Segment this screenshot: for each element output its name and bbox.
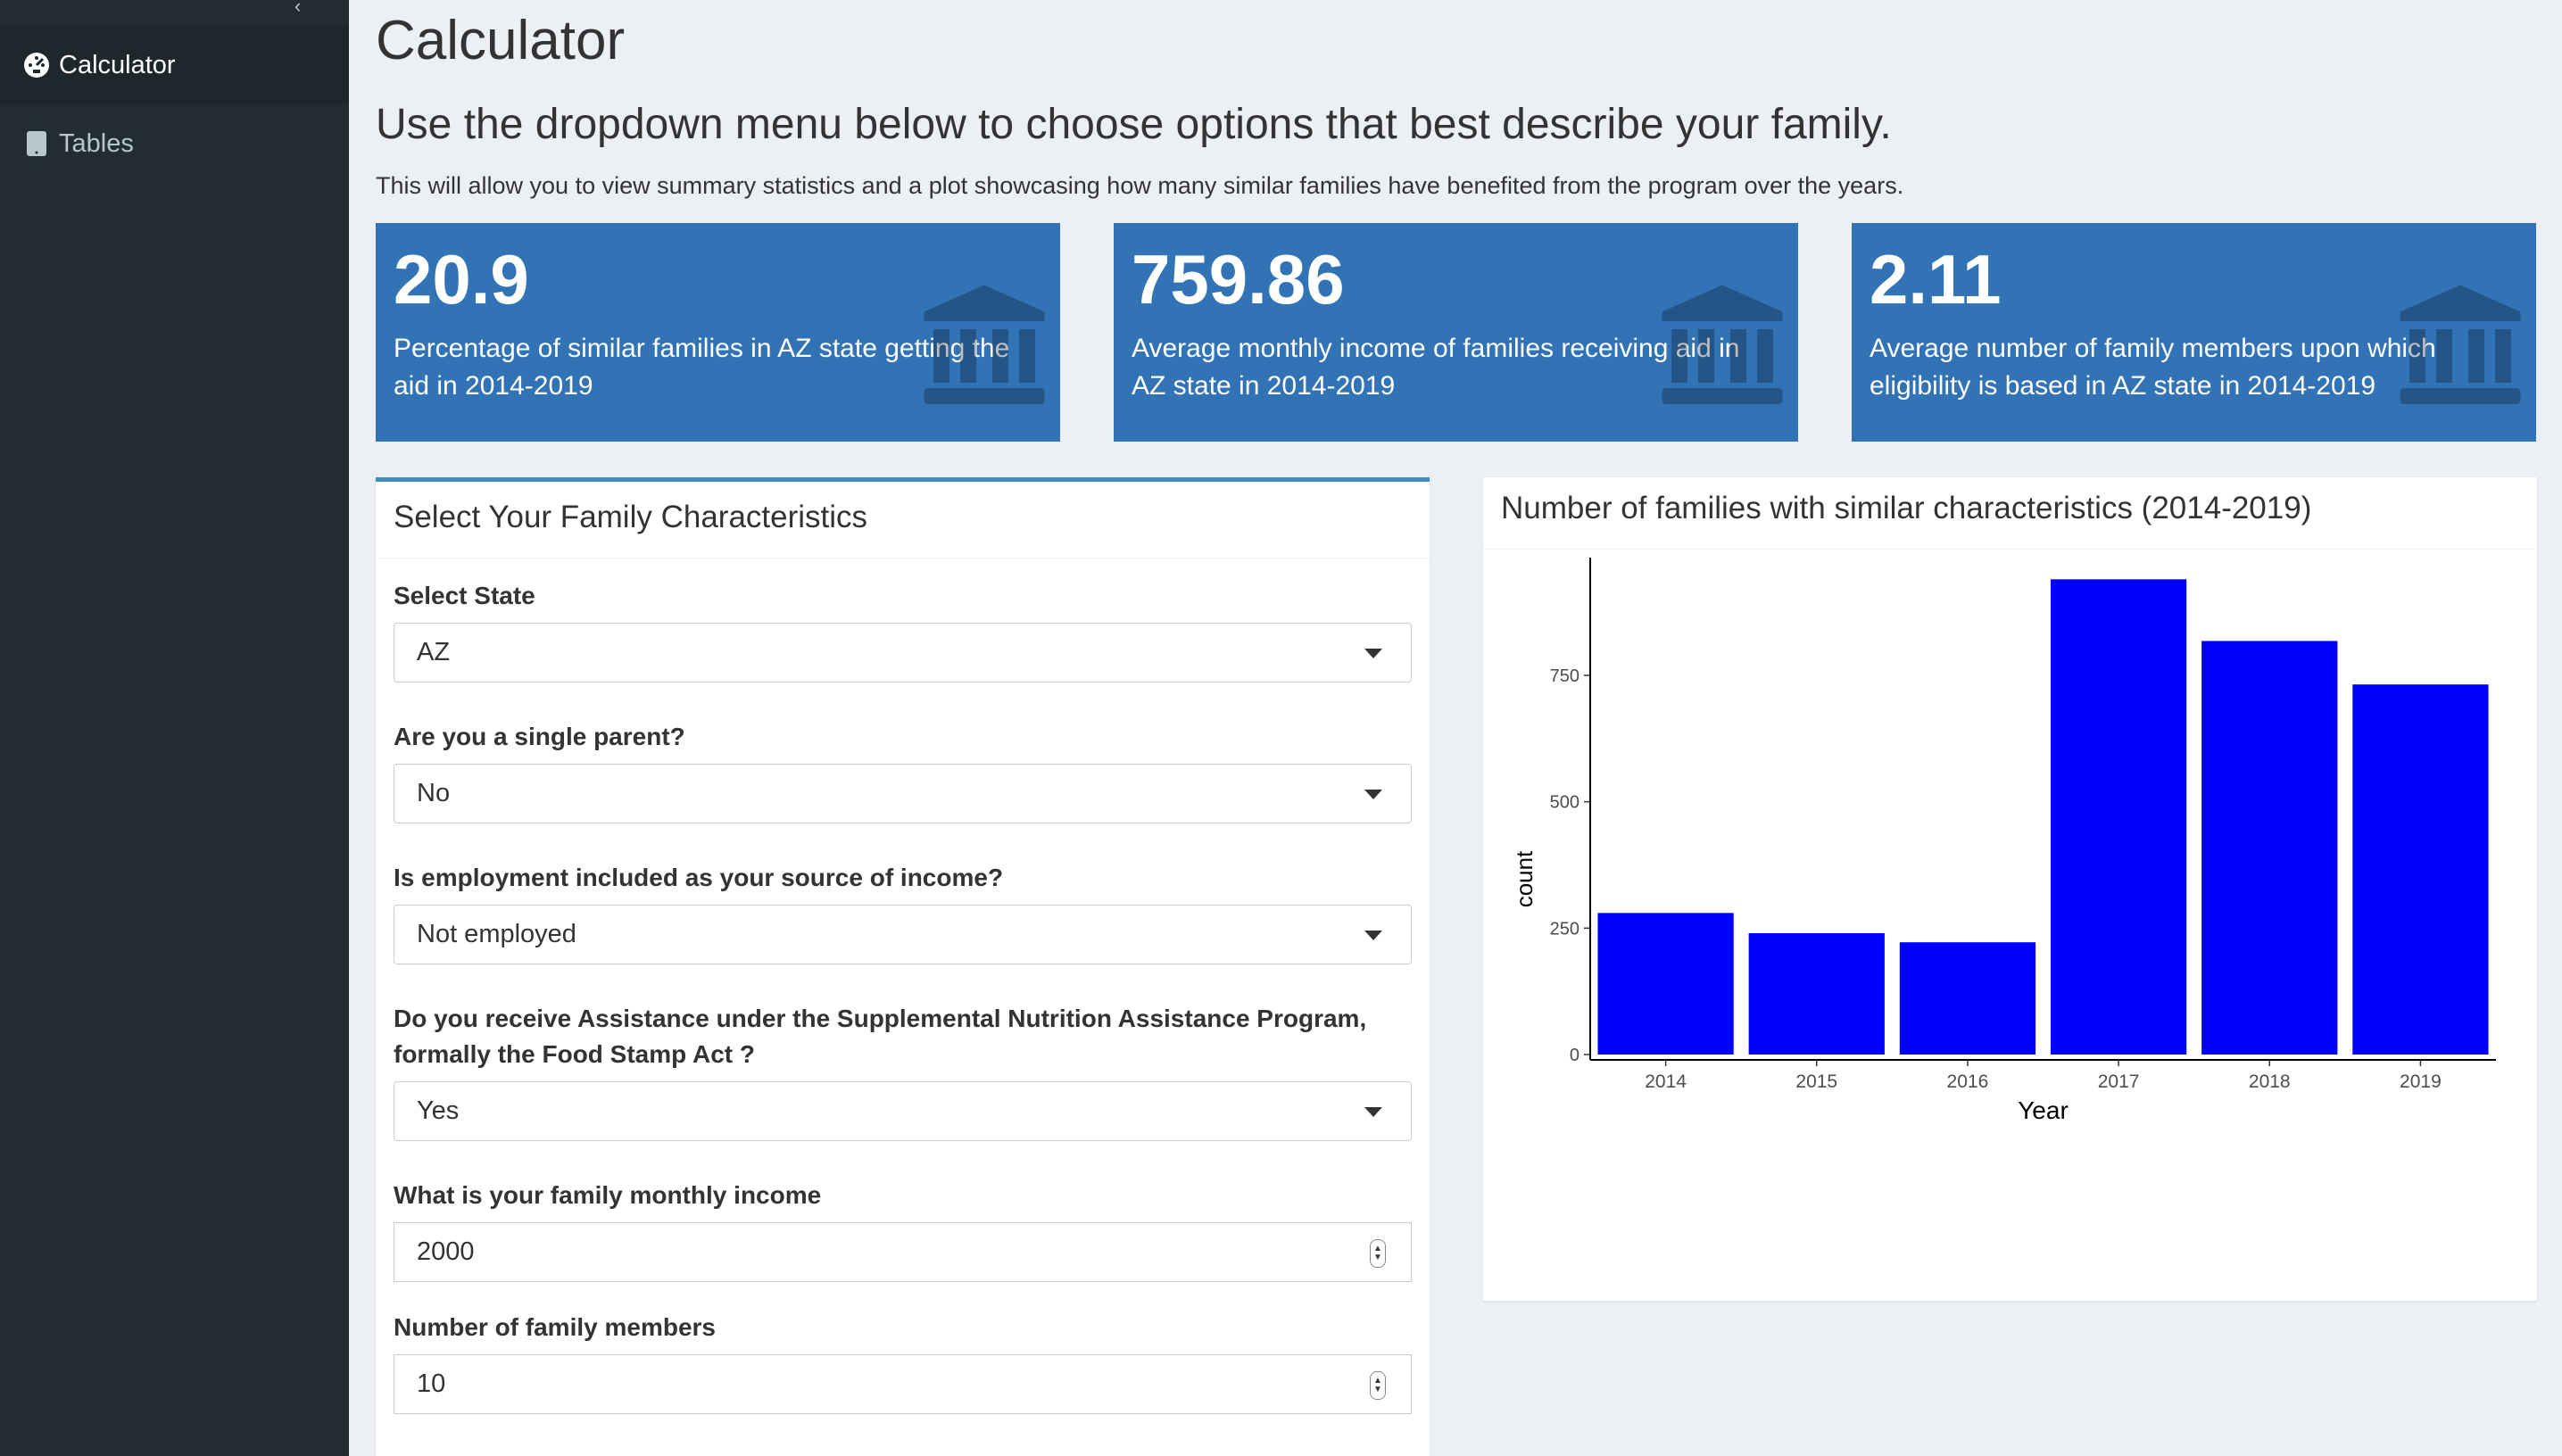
bar [1899,942,2036,1055]
x-tick-label: 2018 [2249,1071,2291,1092]
chart-title: Number of families with similar characte… [1501,491,2312,525]
x-tick-label: 2017 [2098,1071,2140,1092]
dashboard-icon [23,52,50,79]
spinner-icon[interactable]: ▲ ▼ [1370,1371,1386,1400]
employment-label: Is employment included as your source of… [394,864,1004,891]
monthly-income-input[interactable]: 2000 ▲ ▼ [394,1222,1412,1282]
monthly-income-label: What is your family monthly income [394,1181,822,1209]
input-value: 10 [417,1369,446,1398]
x-tick-label: 2019 [2400,1071,2442,1092]
x-tick-label: 2016 [1947,1071,1989,1092]
value-box-family-members: 2.11 Average number of family members up… [1852,223,2536,442]
select-value: Yes [417,1096,460,1125]
sidebar-item-label: Tables [59,128,134,158]
bar [1748,933,1885,1055]
x-tick-label: 2014 [1645,1071,1687,1092]
bank-icon [2400,285,2521,404]
value-box-number: 2.11 [1870,240,2002,318]
chart-box: Number of families with similar characte… [1483,477,2537,1301]
page-title: Calculator [376,10,626,71]
x-tick-label: 2015 [1795,1071,1837,1092]
y-tick-label: 0 [1570,1046,1579,1065]
y-tick-label: 750 [1550,666,1579,686]
box-title: Select Your Family Characteristics [394,500,868,534]
spinner-icon[interactable]: ▲ ▼ [1370,1239,1386,1268]
caret-down-icon [1364,649,1382,658]
select-value: AZ [417,638,451,666]
snap-label: Do you receive Assistance under the Supp… [394,1005,1367,1068]
family-characteristics-box: Select Your Family Characteristics Selec… [376,477,1430,1456]
snap-select[interactable]: Yes [394,1081,1412,1141]
sidebar: ‹ Calculator Tables [0,0,349,1456]
bar [2050,579,2187,1055]
single-parent-label: Are you a single parent? [394,723,685,750]
state-label: Select State [394,582,535,609]
bar [1597,913,1734,1055]
caret-down-icon [1364,790,1382,799]
sidebar-toggle-icon[interactable]: ‹ [294,0,321,17]
y-tick-label: 250 [1550,919,1579,939]
value-box-income: 759.86 Average monthly income of familie… [1114,223,1798,442]
page-description: This will allow you to view summary stat… [376,172,1904,199]
employment-select[interactable]: Not employed [394,905,1412,964]
sidebar-item-tables[interactable]: Tables [0,104,349,183]
select-value: No [417,779,451,807]
divider [1483,549,2537,550]
caret-down-icon [1364,1107,1382,1117]
bar-chart: 0 250 500 750 2014 2015 2016 2017 2018 2019 Year co… [1511,558,2496,1124]
y-tick-label: 500 [1550,793,1579,813]
select-value: Not employed [417,920,576,948]
sidebar-item-label: Calculator [59,50,176,79]
bar [2352,684,2489,1055]
bar [2201,641,2338,1055]
page-subtitle: Use the dropdown menu below to choose op… [376,101,1892,148]
tablet-icon [23,130,50,157]
main-content: Calculator Use the dropdown menu below t… [349,0,2562,1456]
value-box-number: 20.9 [394,240,529,318]
value-box-percentage: 20.9 Percentage of similar families in A… [376,223,1060,442]
bank-icon [924,285,1045,404]
bank-icon [1662,285,1783,404]
sidebar-item-calculator[interactable]: Calculator [0,26,349,104]
x-axis-label: Year [2018,1096,2069,1124]
input-value: 2000 [417,1237,475,1266]
family-members-label: Number of family members [394,1313,716,1341]
y-axis-label: count [1511,850,1538,907]
value-box-number: 759.86 [1132,240,1345,318]
family-members-input[interactable]: 10 ▲ ▼ [394,1354,1412,1414]
single-parent-select[interactable]: No [394,764,1412,823]
caret-down-icon [1364,931,1382,940]
state-select[interactable]: AZ [394,623,1412,682]
